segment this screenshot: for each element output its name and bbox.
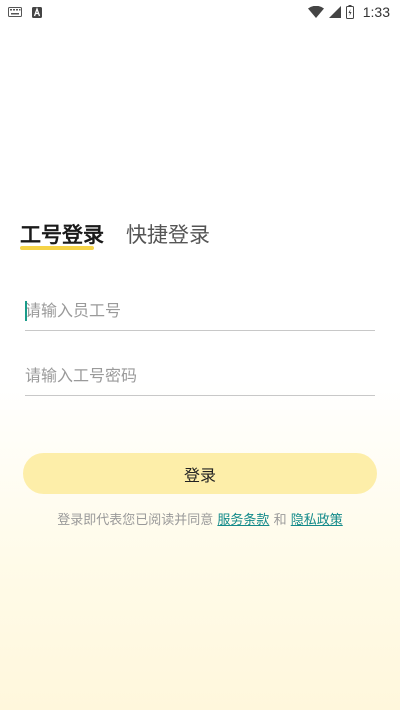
password-input[interactable] — [25, 356, 375, 395]
employee-id-field — [25, 291, 375, 331]
font-a-icon — [32, 6, 42, 18]
battery-icon — [345, 5, 354, 19]
login-tabs: 工号登录 快捷登录 — [20, 220, 210, 250]
status-left — [8, 6, 42, 18]
agreement-text: 登录即代表您已阅读并同意 服务条款 和 隐私政策 — [0, 509, 400, 528]
agreement-prefix: 登录即代表您已阅读并同意 — [57, 513, 214, 528]
tab-quick-login[interactable]: 快捷登录 — [126, 220, 210, 250]
terms-of-service-link[interactable]: 服务条款 — [217, 513, 269, 528]
tab-label: 工号登录 — [20, 223, 104, 247]
keyboard-icon — [8, 7, 22, 17]
clock: 1:33 — [362, 4, 390, 20]
login-button[interactable]: 登录 — [23, 453, 377, 494]
status-bar: 1:33 — [0, 0, 400, 24]
employee-id-input[interactable] — [25, 291, 375, 330]
text-cursor — [25, 301, 27, 321]
wifi-icon — [307, 6, 324, 18]
cellular-signal-icon — [328, 6, 341, 18]
tab-label: 快捷登录 — [126, 223, 210, 247]
password-field — [25, 356, 375, 396]
status-right: 1:33 — [307, 4, 390, 20]
tab-employee-id-login[interactable]: 工号登录 — [20, 220, 104, 250]
privacy-policy-link[interactable]: 隐私政策 — [291, 513, 343, 528]
agreement-conjunction: 和 — [273, 513, 287, 528]
